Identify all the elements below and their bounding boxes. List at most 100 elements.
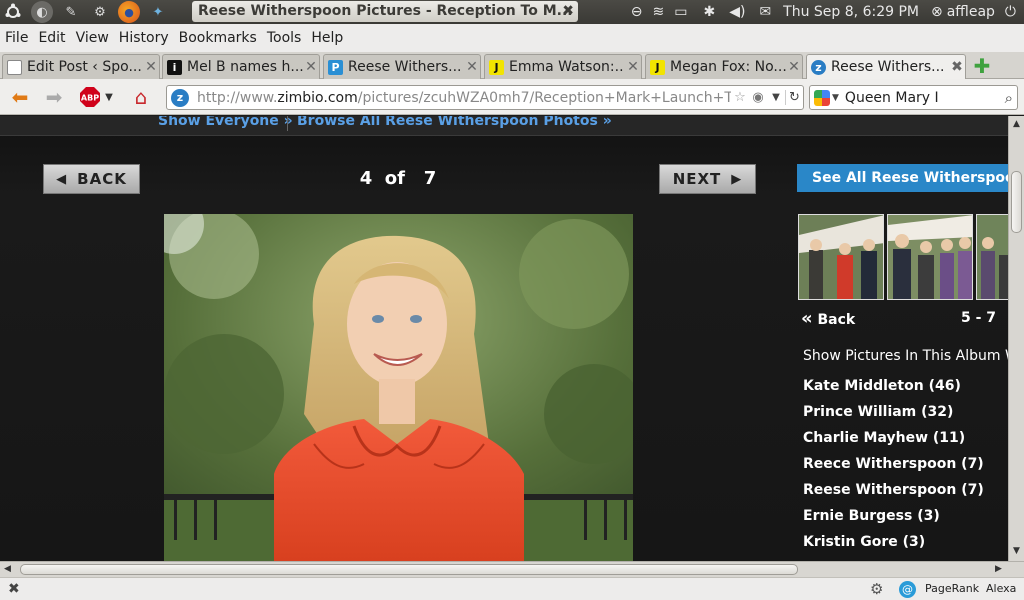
tab-emma-watson[interactable]: J Emma Watson:... ✕ (484, 54, 642, 79)
show-everyone-link[interactable]: Show Everyone » (158, 116, 293, 129)
active-window-button[interactable]: Reese Witherspoon Pictures - Reception T… (192, 1, 578, 22)
tab-close-icon[interactable]: ✕ (143, 59, 159, 75)
menu-history[interactable]: History (119, 30, 169, 46)
reload-icon[interactable]: ↻ (785, 90, 803, 105)
person-link[interactable]: Ernie Burgess (3) (803, 508, 984, 534)
tab-close-icon[interactable]: ✖ (949, 59, 965, 75)
person-link[interactable]: Kristin Gore (3) (803, 534, 984, 560)
text-editor-icon[interactable]: ✎ (60, 1, 82, 23)
settings-icon[interactable]: ⚙ (89, 1, 111, 23)
person-link[interactable]: Reese Witherspoon (7) (803, 482, 984, 508)
app-icon[interactable]: ✦ (147, 1, 169, 23)
thumbnail-6[interactable] (887, 214, 973, 300)
system-tray: ⊖ ≋ ▭ ✱ ◀) ✉ Thu Sep 8, 6:29 PM ⊗ afflea… (621, 0, 1024, 24)
person-link[interactable]: Reece Witherspoon (7) (803, 456, 984, 482)
alexa-label[interactable]: Alexa (986, 582, 1016, 595)
menu-help[interactable]: Help (311, 30, 343, 46)
thumbnail-image (888, 215, 972, 299)
search-icon[interactable]: ⌕ (1005, 89, 1013, 107)
vertical-scrollbar[interactable]: ▲ ▼ (1008, 116, 1024, 561)
photo-counter: 4 of 7 (359, 168, 437, 189)
horizontal-scroll-thumb[interactable] (20, 564, 798, 575)
next-button[interactable]: NEXT ▶ (659, 164, 756, 194)
close-window-icon[interactable]: ✖ (562, 1, 574, 22)
tab-reese-1[interactable]: P Reese Withers... ✕ (323, 54, 481, 79)
battery-icon[interactable]: ▭ (674, 4, 687, 20)
gear-icon[interactable]: ⚙ (870, 580, 883, 598)
person-link[interactable]: Prince William (32) (803, 404, 984, 430)
double-chevron-left-icon: « (801, 308, 813, 329)
zimbio-icon: z (811, 59, 826, 75)
tab-title: Edit Post ‹ Spo... (27, 59, 142, 75)
google-icon[interactable] (814, 89, 830, 106)
search-engine-dropdown-icon[interactable]: ▼ (832, 93, 839, 103)
thumbnail-back-link[interactable]: « Back (801, 308, 855, 329)
tab-megan-fox[interactable]: J Megan Fox: No... ✕ (645, 54, 803, 79)
close-findbar-icon[interactable]: ✖ (8, 581, 20, 597)
album-heading: Show Pictures In This Album Wi (803, 348, 1008, 364)
svg-text:ABP: ABP (81, 94, 99, 103)
at-icon[interactable]: @ (899, 581, 916, 598)
see-all-button[interactable]: See All Reese Witherspoon P (797, 164, 1008, 192)
scroll-right-arrow-icon[interactable]: ▶ (995, 564, 1002, 574)
person-link[interactable]: Kate Middleton (46) (803, 378, 984, 404)
home-icon[interactable]: ⌂ (128, 85, 154, 109)
volume-icon[interactable]: ◀) (729, 4, 745, 20)
thumbnail-5[interactable] (798, 214, 884, 300)
back-arrow-icon[interactable]: ⬅ (6, 85, 34, 109)
tab-close-icon[interactable]: ✕ (464, 59, 480, 75)
bluetooth-icon[interactable]: ✱ (703, 4, 715, 20)
people-list: Kate Middleton (46) Prince William (32) … (803, 378, 984, 560)
thumbnail-image (977, 215, 1008, 299)
pagerank-label[interactable]: PageRank (925, 582, 979, 595)
scroll-down-arrow-icon[interactable]: ▼ (1013, 546, 1020, 556)
page-content: Show Everyone » Browse All Reese Withers… (0, 116, 1008, 561)
thumbnail-7[interactable] (976, 214, 1008, 300)
user-name[interactable]: affleap (947, 4, 995, 20)
scroll-up-arrow-icon[interactable]: ▲ (1013, 119, 1020, 129)
tab-close-icon[interactable]: ✕ (625, 59, 641, 75)
url-dropdown-icon[interactable]: ▼ (767, 92, 785, 103)
vertical-scroll-thumb[interactable] (1011, 171, 1022, 233)
tab-close-icon[interactable]: ✕ (786, 59, 802, 75)
forward-arrow-icon[interactable]: ➡ (40, 85, 68, 109)
search-input[interactable]: Queen Mary I (845, 90, 939, 106)
mail-icon[interactable]: ✉ (759, 4, 771, 20)
tab-close-icon[interactable]: ✕ (303, 59, 319, 75)
scroll-left-arrow-icon[interactable]: ◀ (4, 564, 11, 574)
main-photo-image (164, 214, 633, 561)
search-bar[interactable]: ▼ Queen Mary I ⌕ (809, 85, 1018, 110)
tab-strip: Edit Post ‹ Spo... ✕ i Mel B names h... … (0, 52, 1024, 79)
new-tab-button[interactable]: ✚ (970, 55, 994, 78)
divider (287, 116, 288, 131)
menu-tools[interactable]: Tools (267, 30, 302, 46)
thumbnail-image (799, 215, 883, 299)
power-icon[interactable]: ⏻ (1005, 4, 1016, 20)
main-photo[interactable] (164, 214, 633, 561)
horizontal-scrollbar[interactable]: ◀ ▶ (0, 561, 1024, 577)
tab-reese-active[interactable]: z Reese Withers... ✖ (806, 54, 966, 79)
wifi-icon[interactable]: ≋ (653, 4, 665, 20)
user-status-icon[interactable]: ⊗ (931, 4, 943, 20)
adblock-icon[interactable]: ABP (78, 85, 102, 109)
system-icon[interactable]: ◐ (31, 1, 53, 23)
ubuntu-logo-icon[interactable] (2, 1, 24, 23)
browse-all-link[interactable]: Browse All Reese Witherspoon Photos » (297, 116, 612, 129)
clock[interactable]: Thu Sep 8, 6:29 PM (783, 4, 919, 20)
bookmark-star-icon[interactable]: ☆ (731, 90, 749, 105)
url-text[interactable]: http://www.zimbio.com/pictures/zcuhWZA0m… (197, 90, 731, 106)
menu-bookmarks[interactable]: Bookmarks (179, 30, 257, 46)
url-bar[interactable]: z http://www.zimbio.com/pictures/zcuhWZA… (166, 85, 804, 110)
menu-view[interactable]: View (76, 30, 109, 46)
back-button[interactable]: ◀ BACK (43, 164, 140, 194)
tab-title: Mel B names h... (187, 59, 303, 75)
adblock-dropdown-icon[interactable]: ▼ (103, 85, 115, 109)
tab-mel-b[interactable]: i Mel B names h... ✕ (162, 54, 320, 79)
updates-icon[interactable]: ⊖ (631, 4, 643, 20)
tab-edit-post[interactable]: Edit Post ‹ Spo... ✕ (2, 54, 160, 79)
firefox-icon[interactable]: ● (118, 1, 140, 23)
menu-edit[interactable]: Edit (38, 30, 65, 46)
next-button-label: NEXT (672, 170, 722, 188)
person-link[interactable]: Charlie Mayhew (11) (803, 430, 984, 456)
menu-file[interactable]: File (5, 30, 28, 46)
